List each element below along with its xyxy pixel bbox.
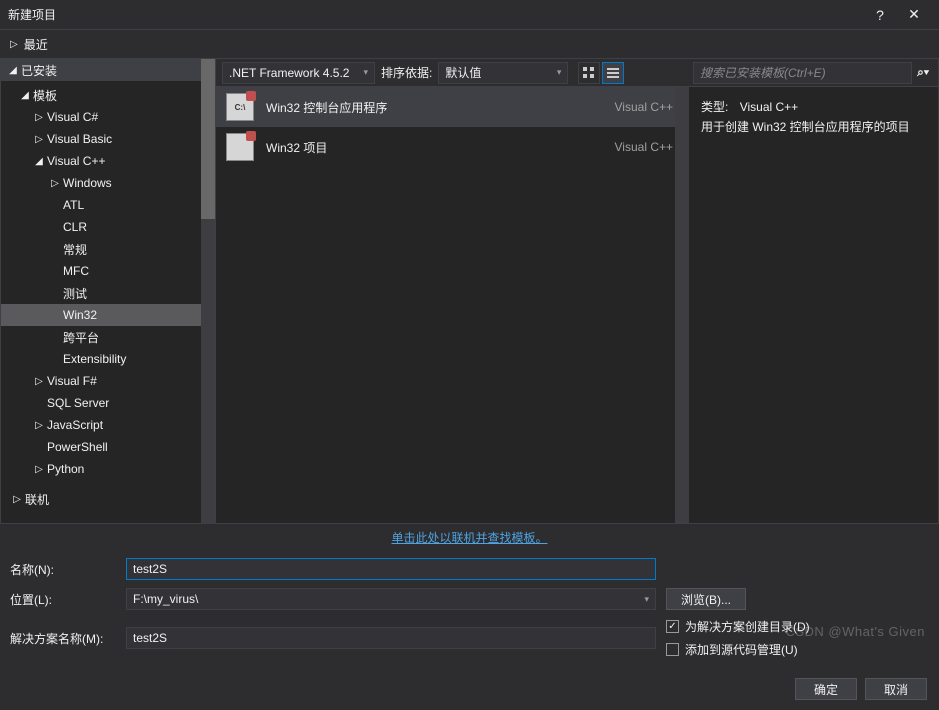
view-small-icons[interactable] (578, 62, 600, 84)
online-search-link[interactable]: 单击此处以联机并查找模板。 (391, 529, 547, 546)
template-lang: Visual C++ (615, 140, 679, 154)
search-placeholder: 搜索已安装模板(Ctrl+E) (700, 64, 826, 81)
tree-test[interactable]: ·测试 (1, 282, 201, 304)
window-title: 新建项目 (8, 6, 863, 23)
tree-general[interactable]: ·常规 (1, 238, 201, 260)
tree-js[interactable]: ▷JavaScript (1, 414, 201, 436)
footer: 确定 取消 (0, 672, 939, 710)
sidebar: ◢ 已安装 ◢模板 ▷Visual C# ▷Visual Basic ◢Visu… (0, 58, 216, 524)
installed-header[interactable]: ◢ 已安装 (1, 59, 201, 81)
sort-dropdown[interactable]: 默认值 ▾ (438, 62, 568, 84)
console-app-icon: C:\ (226, 93, 254, 121)
scrollbar-thumb[interactable] (201, 59, 215, 219)
installed-label: 已安装 (19, 62, 57, 79)
tree-sql[interactable]: ·SQL Server (1, 392, 201, 414)
bottom-form: 名称(N): test2S 位置(L): F:\my_virus\ ▾ 浏览(B… (0, 550, 939, 672)
center-panel: .NET Framework 4.5.2 ▾ 排序依据: 默认值 ▾ C:\ W… (216, 58, 689, 524)
help-button[interactable]: ? (863, 2, 897, 28)
template-name: Win32 项目 (266, 139, 615, 156)
tree-templates[interactable]: ◢模板 (1, 84, 201, 106)
detail-type-label: 类型: (701, 100, 728, 114)
template-lang: Visual C++ (615, 100, 679, 114)
sort-label: 排序依据: (381, 64, 432, 81)
caret-icon: ▷ (49, 178, 61, 189)
name-label: 名称(N): (10, 561, 126, 578)
tree-windows[interactable]: ▷Windows (1, 172, 201, 194)
caret-icon: ▷ (33, 112, 45, 123)
search-icon: ⌕▾ (917, 65, 929, 80)
caret-icon: ▷ (11, 494, 23, 505)
recent-row[interactable]: ▷ 最近 (0, 30, 939, 58)
tree-atl[interactable]: ·ATL (1, 194, 201, 216)
sort-value: 默认值 (445, 64, 481, 81)
grid-icon (582, 66, 596, 80)
close-button[interactable]: ✕ (897, 2, 931, 28)
cancel-button[interactable]: 取消 (865, 678, 927, 700)
caret-icon: ◢ (33, 156, 45, 167)
framework-dropdown[interactable]: .NET Framework 4.5.2 ▾ (222, 62, 375, 84)
win32-project-icon (226, 133, 254, 161)
list-scrollbar[interactable] (675, 87, 689, 523)
caret-icon: ▷ (33, 420, 45, 431)
tree-vcpp[interactable]: ◢Visual C++ (1, 150, 201, 172)
center-toolbar: .NET Framework 4.5.2 ▾ 排序依据: 默认值 ▾ (216, 59, 689, 87)
checkbox-icon (666, 643, 679, 656)
template-list: C:\ Win32 控制台应用程序 Visual C++ Win32 项目 Vi… (216, 87, 689, 523)
name-field[interactable]: test2S (126, 558, 656, 580)
right-panel: 搜索已安装模板(Ctrl+E) ⌕▾ 类型: Visual C++ 用于创建 W… (689, 58, 939, 524)
online-link-row: 单击此处以联机并查找模板。 (0, 524, 939, 550)
detail-description: 用于创建 Win32 控制台应用程序的项目 (701, 117, 926, 137)
framework-value: .NET Framework 4.5.2 (229, 66, 349, 80)
create-dir-checkbox[interactable]: ✓ 为解决方案创建目录(D) (666, 618, 810, 635)
tree-win32[interactable]: ·Win32 (1, 304, 201, 326)
template-item-win32proj[interactable]: Win32 项目 Visual C++ (216, 127, 689, 167)
chevron-down-icon: ▾ (644, 594, 649, 605)
caret-icon: ▷ (33, 376, 45, 387)
location-label: 位置(L): (10, 591, 126, 608)
template-item-console[interactable]: C:\ Win32 控制台应用程序 Visual C++ (216, 87, 689, 127)
tree-ext[interactable]: ·Extensibility (1, 348, 201, 370)
tree-vb[interactable]: ▷Visual Basic (1, 128, 201, 150)
tree-clr[interactable]: ·CLR (1, 216, 201, 238)
tree-mfc[interactable]: ·MFC (1, 260, 201, 282)
checkbox-icon: ✓ (666, 620, 679, 633)
search-input[interactable]: 搜索已安装模板(Ctrl+E) (693, 62, 912, 84)
check-label: 添加到源代码管理(U) (685, 641, 798, 658)
check-label: 为解决方案创建目录(D) (685, 618, 810, 635)
tree-ps[interactable]: ·PowerShell (1, 436, 201, 458)
search-button[interactable]: ⌕▾ (912, 62, 934, 84)
recent-caret: ▷ (10, 39, 18, 50)
caret-icon: ◢ (7, 65, 19, 76)
online-row[interactable]: ▷ 联机 (1, 488, 201, 510)
chevron-down-icon: ▾ (363, 67, 368, 78)
tree-fsharp[interactable]: ▷Visual F# (1, 370, 201, 392)
sidebar-scrollbar[interactable] (201, 59, 215, 523)
caret-icon: ◢ (19, 90, 31, 101)
tree-csharp[interactable]: ▷Visual C# (1, 106, 201, 128)
chevron-down-icon: ▾ (557, 67, 562, 78)
titlebar: 新建项目 ? ✕ (0, 0, 939, 30)
source-control-checkbox[interactable]: 添加到源代码管理(U) (666, 641, 810, 658)
detail-type-value: Visual C++ (740, 100, 798, 114)
location-field[interactable]: F:\my_virus\ ▾ (126, 588, 656, 610)
caret-icon: ▷ (33, 464, 45, 475)
recent-label: 最近 (24, 36, 48, 53)
solution-name-label: 解决方案名称(M): (10, 630, 126, 647)
tree-cross[interactable]: ·跨平台 (1, 326, 201, 348)
list-icon (606, 66, 620, 80)
browse-button[interactable]: 浏览(B)... (666, 588, 746, 610)
ok-button[interactable]: 确定 (795, 678, 857, 700)
template-detail: 类型: Visual C++ 用于创建 Win32 控制台应用程序的项目 (689, 87, 938, 148)
tree-python[interactable]: ▷Python (1, 458, 201, 480)
view-list[interactable] (602, 62, 624, 84)
solution-name-field[interactable]: test2S (126, 627, 656, 649)
caret-icon: ▷ (33, 134, 45, 145)
template-name: Win32 控制台应用程序 (266, 99, 615, 116)
